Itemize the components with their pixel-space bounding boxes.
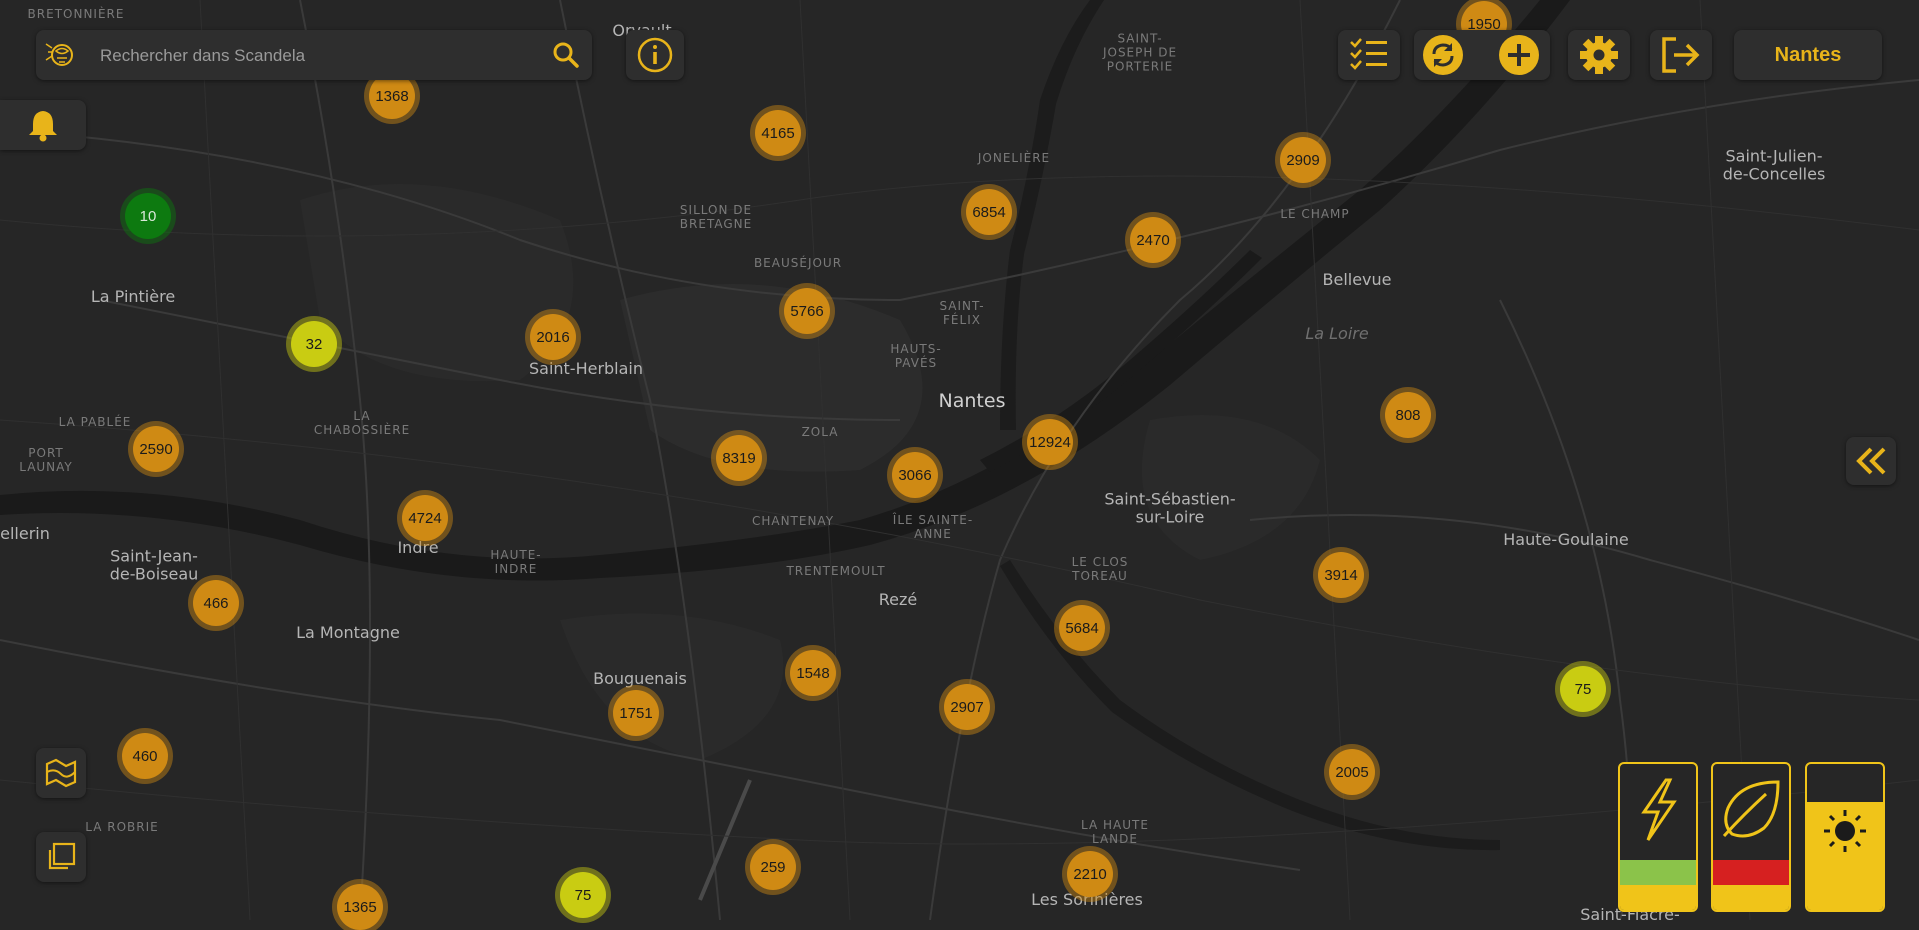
search-input[interactable]	[98, 41, 572, 71]
sync-button[interactable]	[1422, 34, 1464, 76]
place-label: ÎLE SAINTE- ANNE	[892, 513, 974, 541]
place-label: Bellevue	[1322, 269, 1392, 289]
gauge-fill	[1620, 860, 1696, 886]
checklist-icon	[1350, 38, 1387, 70]
gauge-fill	[1713, 860, 1789, 886]
search-icon[interactable]	[552, 41, 580, 69]
place-label: LA ROBRIE	[85, 820, 159, 835]
info-button[interactable]	[626, 30, 684, 80]
cluster-marker[interactable]: 259	[750, 844, 796, 890]
cluster-marker[interactable]: 6854	[966, 189, 1012, 235]
gauge-ecology[interactable]	[1711, 762, 1791, 912]
cluster-marker[interactable]: 2210	[1067, 851, 1113, 897]
cluster-marker[interactable]: 460	[122, 733, 168, 779]
place-label: TRENTEMOULT	[786, 564, 886, 579]
place-label: Bouguenais	[593, 668, 687, 688]
place-label: CHANTENAY	[751, 514, 835, 529]
place-label: Rezé	[878, 589, 918, 609]
place-label: HAUTS- PAVÉS	[890, 342, 942, 370]
gauge-fill	[1713, 885, 1789, 910]
city-selector-button[interactable]: Nantes	[1734, 30, 1882, 80]
map-icon	[45, 758, 77, 788]
place-label: PORT LAUNAY	[19, 446, 73, 474]
place-label: Saint-Jean- de-Boiseau	[109, 546, 199, 584]
gauge-fill	[1620, 885, 1696, 910]
map-style-button[interactable]	[36, 748, 86, 798]
cluster-marker[interactable]: 2016	[530, 314, 576, 360]
place-label: SILLON DE BRETAGNE	[679, 203, 753, 231]
place-label: Saint-Herblain	[528, 358, 644, 378]
place-label: SAINT- JOSEPH DE PORTERIE	[1102, 31, 1178, 73]
search-bar	[36, 30, 592, 80]
city-label: Nantes	[1774, 43, 1842, 66]
action-group	[1414, 30, 1550, 80]
place-label: HAUTE- INDRE	[490, 548, 542, 576]
layers-button[interactable]	[36, 832, 86, 882]
cluster-marker[interactable]: 2005	[1329, 749, 1375, 795]
place-label: Indre	[397, 537, 439, 557]
cluster-marker[interactable]: 808	[1385, 392, 1431, 438]
place-label: ellerin	[0, 523, 50, 543]
double-chevron-left-icon	[1856, 447, 1886, 475]
cluster-marker[interactable]: 5766	[784, 288, 830, 334]
place-label: La Pintière	[90, 286, 176, 306]
cluster-marker[interactable]: 3066	[892, 452, 938, 498]
place-label: Saint-Sébastien- sur-Loire	[1104, 489, 1236, 527]
cluster-marker[interactable]: 466	[193, 580, 239, 626]
place-label: LA CHABOSSIÈRE	[313, 409, 411, 437]
place-label: Saint-Julien- de-Concelles	[1722, 146, 1826, 184]
bell-icon	[29, 111, 57, 142]
cluster-marker[interactable]: 32	[291, 321, 337, 367]
place-label: BRETONNIÈRE	[27, 7, 125, 22]
place-label: Haute-Goulaine	[1503, 529, 1629, 549]
cluster-marker[interactable]: 4724	[402, 495, 448, 541]
cluster-marker[interactable]: 5684	[1059, 605, 1105, 651]
place-label: La Loire	[1305, 323, 1369, 343]
cluster-marker[interactable]: 2590	[133, 426, 179, 472]
task-list-button[interactable]	[1338, 30, 1400, 80]
leaf-icon	[1713, 778, 1789, 840]
cluster-marker[interactable]: 1751	[613, 690, 659, 736]
sync-icon	[1423, 35, 1463, 75]
cluster-marker[interactable]: 3914	[1318, 552, 1364, 598]
collapse-panel-button[interactable]	[1846, 437, 1896, 485]
place-label: LA HAUTE LANDE	[1081, 818, 1149, 846]
gauge-lighting[interactable]	[1805, 762, 1885, 912]
gear-icon	[1580, 36, 1618, 74]
add-icon	[1499, 35, 1539, 75]
gauge-energy[interactable]	[1618, 762, 1698, 912]
settings-button[interactable]	[1568, 30, 1630, 80]
logout-icon	[1662, 37, 1700, 73]
cluster-marker[interactable]: 1365	[337, 884, 383, 930]
place-label: BEAUSÉJOUR	[753, 256, 843, 271]
place-label: Nantes	[938, 390, 1006, 413]
layers-icon	[48, 842, 76, 870]
place-label: LA PABLÉE	[58, 415, 132, 430]
cluster-marker[interactable]: 2907	[944, 684, 990, 730]
info-icon	[637, 37, 673, 73]
lightning-icon	[1620, 778, 1696, 842]
sun-icon	[1807, 806, 1883, 856]
cluster-marker[interactable]: 4165	[755, 110, 801, 156]
notifications-button[interactable]	[0, 100, 86, 150]
place-label: ZOLA	[801, 425, 839, 440]
cluster-marker[interactable]: 10	[125, 193, 171, 239]
place-label: SAINT- FÉLIX	[939, 299, 985, 327]
cluster-marker[interactable]: 8319	[716, 435, 762, 481]
logout-button[interactable]	[1650, 30, 1712, 80]
place-label: La Montagne	[296, 622, 400, 642]
place-label: LE CLOS TOREAU	[1071, 555, 1129, 583]
place-label: JONELIÈRE	[977, 151, 1051, 166]
cluster-marker[interactable]: 2470	[1130, 217, 1176, 263]
cluster-marker[interactable]: 1548	[790, 650, 836, 696]
cluster-marker[interactable]: 2909	[1280, 137, 1326, 183]
place-label: LE CHAMP	[1280, 207, 1350, 222]
add-button[interactable]	[1498, 34, 1540, 76]
cluster-marker[interactable]: 12924	[1027, 419, 1073, 465]
cluster-marker[interactable]: 75	[1560, 666, 1606, 712]
scandela-logo-icon	[44, 38, 78, 72]
cluster-marker[interactable]: 75	[560, 872, 606, 918]
